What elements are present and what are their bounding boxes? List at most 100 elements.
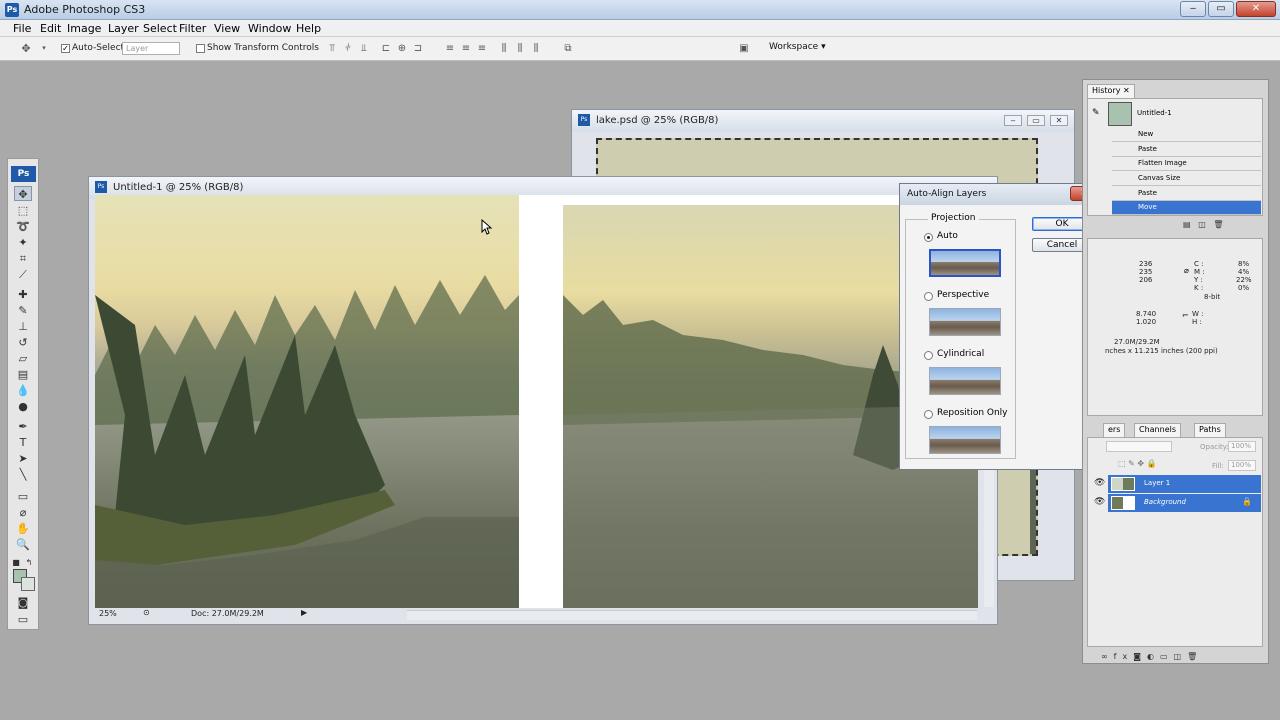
dodge-tool-icon[interactable]: ●: [14, 399, 32, 414]
history-brush-tool-icon[interactable]: ↺: [14, 335, 32, 350]
move-tool-icon[interactable]: ✥: [14, 186, 32, 201]
blend-mode-dropdown[interactable]: [1106, 441, 1172, 452]
history-item[interactable]: Paste: [1112, 187, 1261, 201]
status-arrow-icon[interactable]: ▶: [301, 608, 307, 617]
lock-icons[interactable]: ⬚ ✎ ✥ 🔒: [1118, 459, 1157, 468]
distribute-right-icon[interactable]: ⫼: [530, 43, 542, 54]
lake-document-title-bar[interactable]: Ps lake.psd @ 25% (RGB/8) ‒ ▭ ✕: [572, 110, 1074, 132]
reposition-only-radio[interactable]: [924, 410, 933, 419]
maximize-icon[interactable]: ▭: [1208, 1, 1234, 17]
distribute-left-icon[interactable]: ⫼: [498, 43, 510, 54]
paths-tab[interactable]: Paths: [1194, 423, 1226, 437]
close-icon[interactable]: ✕: [1236, 1, 1276, 17]
pen-tool-icon[interactable]: ✒: [14, 419, 32, 434]
status-menu-icon[interactable]: ⊙: [143, 608, 150, 617]
history-item-selected[interactable]: Move: [1112, 201, 1261, 215]
workspace-button[interactable]: Workspace ▾: [769, 42, 826, 52]
layer-style-icon[interactable]: fx: [1114, 652, 1134, 661]
reposition-only-option-label[interactable]: Reposition Only: [937, 408, 1008, 418]
dialog-title-bar[interactable]: Auto-Align Layers ✕: [900, 184, 1104, 205]
distribute-vcenter-icon[interactable]: ≡: [460, 43, 472, 54]
opacity-input[interactable]: 100%: [1228, 441, 1256, 452]
auto-option-label[interactable]: Auto: [937, 231, 958, 241]
menu-select[interactable]: Select: [143, 22, 177, 35]
crop-tool-icon[interactable]: ⌗: [14, 251, 32, 266]
perspective-radio[interactable]: [924, 292, 933, 301]
auto-preview-thumbnail[interactable]: [929, 249, 1001, 277]
history-item[interactable]: Paste: [1112, 143, 1261, 157]
add-mask-icon[interactable]: ◙: [1133, 652, 1147, 661]
align-hcenter-icon[interactable]: ⊕: [396, 43, 408, 54]
close-icon[interactable]: ✕: [1050, 115, 1068, 126]
maximize-icon[interactable]: ▭: [1027, 115, 1045, 126]
layers-tab[interactable]: ers: [1103, 423, 1126, 437]
distribute-top-icon[interactable]: ≡: [444, 43, 456, 54]
delete-state-icon[interactable]: 🗑: [1213, 220, 1223, 229]
perspective-option-label[interactable]: Perspective: [937, 290, 989, 300]
align-bottom-icon[interactable]: ⫫: [358, 43, 370, 54]
cylindrical-option-label[interactable]: Cylindrical: [937, 349, 984, 359]
line-tool-icon[interactable]: ╲: [14, 467, 32, 482]
menu-file[interactable]: File: [13, 22, 31, 35]
layer-row-background[interactable]: Background 🔒: [1108, 494, 1261, 512]
align-left-icon[interactable]: ⊏: [380, 43, 392, 54]
fill-input[interactable]: 100%: [1228, 460, 1256, 471]
history-brush-source-icon[interactable]: ✎: [1092, 108, 1100, 118]
auto-radio[interactable]: [924, 233, 933, 242]
menu-image[interactable]: Image: [67, 22, 101, 35]
new-layer-icon[interactable]: ◫: [1174, 652, 1188, 661]
history-tab[interactable]: History ✕: [1087, 84, 1135, 98]
menu-window[interactable]: Window: [248, 22, 291, 35]
brush-tool-icon[interactable]: ✎: [14, 303, 32, 318]
history-snapshot-thumbnail[interactable]: [1108, 102, 1132, 126]
background-color-swatch[interactable]: [21, 577, 35, 591]
hand-tool-icon[interactable]: ✋: [14, 521, 32, 536]
history-item[interactable]: New: [1112, 128, 1261, 142]
zoom-tool-icon[interactable]: 🔍: [14, 537, 32, 552]
menu-view[interactable]: View: [214, 22, 240, 35]
history-item[interactable]: Flatten Image: [1112, 157, 1261, 171]
slice-tool-icon[interactable]: ⟋: [14, 267, 32, 282]
eyedropper-tool-icon[interactable]: ⌀: [14, 505, 32, 520]
layer-row-layer1[interactable]: Layer 1: [1108, 475, 1261, 493]
minimize-icon[interactable]: ‒: [1004, 115, 1022, 126]
horizontal-scrollbar[interactable]: [407, 610, 977, 620]
distribute-bottom-icon[interactable]: ≡: [476, 43, 488, 54]
new-group-icon[interactable]: ▭: [1160, 652, 1174, 661]
new-snapshot-icon[interactable]: ◫: [1198, 220, 1206, 229]
healing-brush-tool-icon[interactable]: ✚: [14, 287, 32, 302]
cylindrical-preview-thumbnail[interactable]: [929, 367, 1001, 395]
layer-visibility-eye-icon[interactable]: 👁: [1094, 497, 1105, 507]
cylindrical-radio[interactable]: [924, 351, 933, 360]
menu-help[interactable]: Help: [296, 22, 321, 35]
swap-colors-icon[interactable]: ↰: [24, 555, 34, 570]
auto-select-dropdown[interactable]: Layer: [122, 42, 180, 55]
screen-mode-icon[interactable]: ▭: [14, 612, 32, 627]
auto-align-layers-icon[interactable]: ⧉: [562, 43, 574, 54]
menu-edit[interactable]: Edit: [40, 22, 61, 35]
delete-layer-icon[interactable]: 🗑: [1187, 652, 1203, 661]
zoom-level[interactable]: 25%: [99, 609, 117, 618]
align-vcenter-icon[interactable]: ⫩: [342, 43, 354, 54]
magic-wand-tool-icon[interactable]: ✦: [14, 235, 32, 250]
move-tool-icon[interactable]: ✥: [20, 43, 32, 54]
lasso-tool-icon[interactable]: ➰: [14, 219, 32, 234]
align-top-icon[interactable]: ⫪: [326, 43, 338, 54]
history-snapshot-name[interactable]: Untitled-1: [1137, 109, 1172, 117]
auto-select-checkbox[interactable]: ✓: [61, 44, 70, 53]
quick-mask-icon[interactable]: ◙: [14, 595, 32, 610]
perspective-preview-thumbnail[interactable]: [929, 308, 1001, 336]
gradient-tool-icon[interactable]: ▤: [14, 367, 32, 382]
channels-tab[interactable]: Channels: [1134, 423, 1182, 437]
blur-tool-icon[interactable]: 💧: [14, 383, 32, 398]
new-document-from-state-icon[interactable]: ▤: [1183, 220, 1191, 229]
marquee-tool-icon[interactable]: ⬚: [14, 203, 32, 218]
history-item[interactable]: Canvas Size: [1112, 172, 1261, 186]
show-transform-checkbox[interactable]: [196, 44, 205, 53]
reposition-only-preview-thumbnail[interactable]: [929, 426, 1001, 454]
notes-tool-icon[interactable]: ▭: [14, 489, 32, 504]
align-right-icon[interactable]: ⊐: [412, 43, 424, 54]
distribute-hcenter-icon[interactable]: ⫼: [514, 43, 526, 54]
untitled-canvas[interactable]: [95, 195, 978, 608]
type-tool-icon[interactable]: T: [14, 435, 32, 450]
